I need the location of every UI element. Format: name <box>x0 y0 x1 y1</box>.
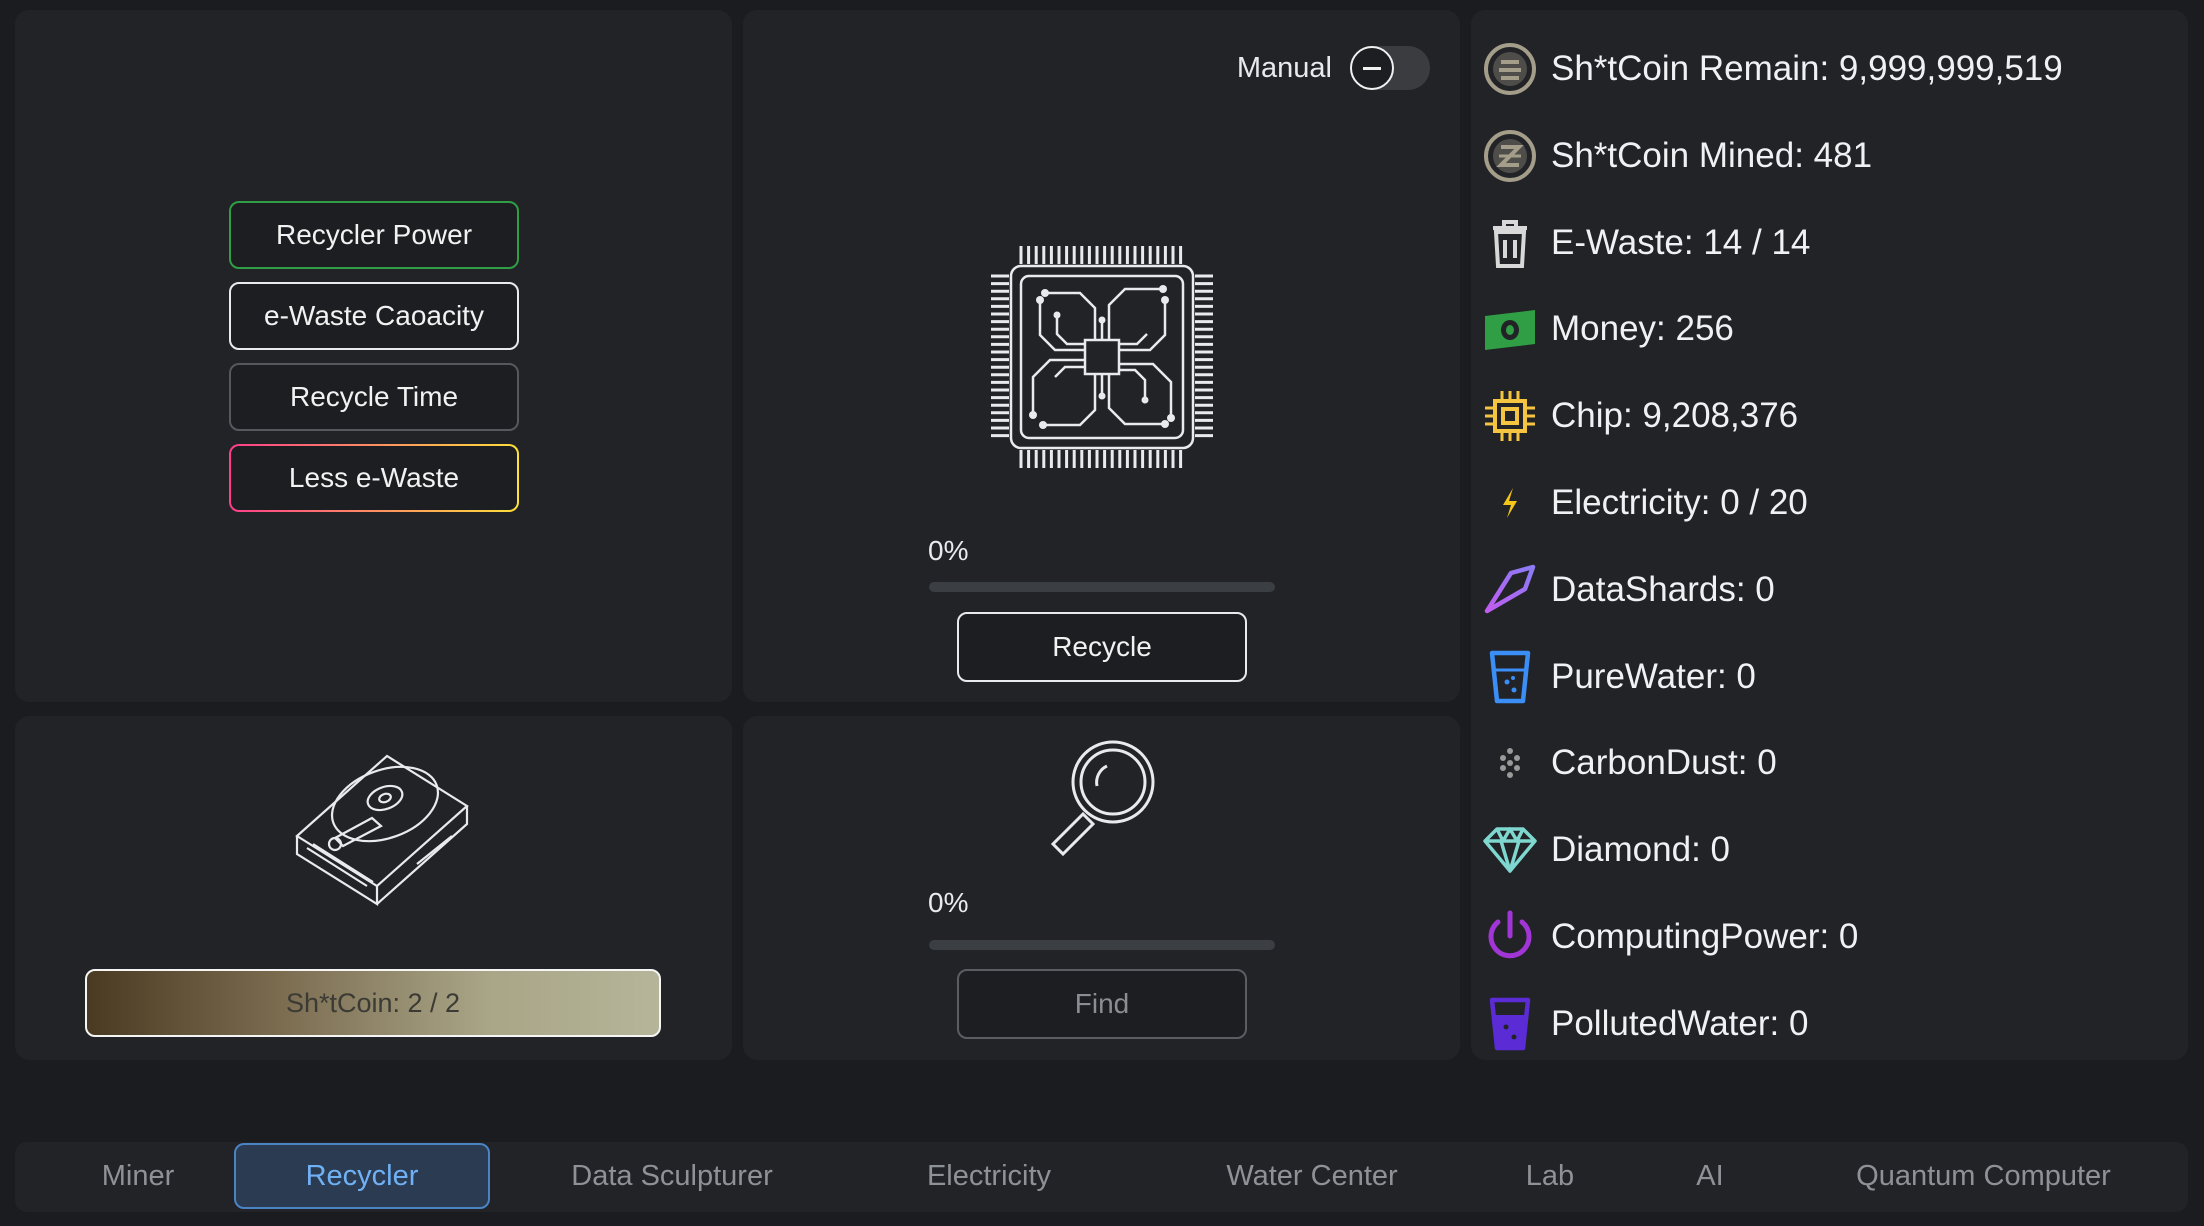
bottom-nav: Miner Recycler Data Sculpturer Electricity W… <box>15 1142 2188 1212</box>
bolt-icon <box>1481 474 1539 532</box>
recycle-progress-label: 0% <box>928 535 969 566</box>
nav-tab-water-center[interactable]: Water Center <box>1155 1143 1469 1209</box>
nav-tab-lab[interactable]: Lab <box>1464 1143 1636 1209</box>
find-panel: 0% Find <box>743 716 1460 1060</box>
resource-row: PureWater: 0 <box>1481 647 1756 707</box>
hard-drive-icon <box>295 754 469 906</box>
shitcoin-capacity-label: Sh*tCoin: 2 / 2 <box>285 987 461 1018</box>
recycle-time-button[interactable]: Recycle Time <box>229 363 519 431</box>
power-icon <box>1481 908 1539 966</box>
coin-stack-icon <box>1481 40 1539 98</box>
nav-tab-miner[interactable]: Miner <box>43 1143 233 1209</box>
resource-label: Chip: 9,208,376 <box>1551 396 1799 436</box>
recycle-button[interactable]: Recycle <box>957 612 1247 682</box>
resource-row: ComputingPower: 0 <box>1481 907 1858 967</box>
resource-row: PollutedWater: 0 <box>1481 994 1808 1054</box>
resource-row: Chip: 9,208,376 <box>1481 386 1798 446</box>
manual-toggle-group: Manual <box>1237 46 1430 90</box>
resource-row: CarbonDust: 0 <box>1481 733 1777 793</box>
resource-label: E-Waste: 14 / 14 <box>1551 222 1811 262</box>
recycle-panel: Manual 0% Recycle <box>743 10 1460 702</box>
resource-label: DataShards: 0 <box>1551 569 1775 609</box>
diamond-icon <box>1481 821 1539 879</box>
resource-label: ComputingPower: 0 <box>1551 917 1859 956</box>
resource-row: Sh*tCoin Remain: 9,999,999,519 <box>1481 39 2063 99</box>
hdd-panel: Sh*tCoin: 2 / 2 <box>15 716 732 1060</box>
chip-icon <box>991 246 1213 468</box>
resource-label: Sh*tCoin Remain: 9,999,999,519 <box>1551 49 2063 88</box>
resources-panel: Sh*tCoin Remain: 9,999,999,519 Sh*tCoin M… <box>1471 10 2188 1060</box>
find-button[interactable]: Find <box>957 969 1247 1039</box>
manual-label: Manual <box>1236 51 1332 84</box>
resource-row: Electricity: 0 / 20 <box>1481 473 1808 533</box>
resource-label: PureWater: 0 <box>1551 656 1756 696</box>
resource-row: Money: 256 <box>1481 299 1734 359</box>
find-progress-bar <box>929 940 1275 950</box>
nav-tab-ai[interactable]: AI <box>1643 1143 1777 1209</box>
polluted-glass-icon <box>1481 995 1539 1053</box>
nav-tab-data-sculpturer[interactable]: Data Sculpturer <box>507 1143 837 1209</box>
resource-row: E-Waste: 14 / 14 <box>1481 213 1810 273</box>
less-ewaste-button[interactable]: Less e-Waste <box>229 444 519 512</box>
recycler-power-button[interactable]: Recycler Power <box>229 201 519 269</box>
nav-tab-recycler[interactable]: Recycler <box>234 1143 490 1209</box>
resource-row: Sh*tCoin Mined: 481 <box>1481 126 1872 186</box>
toggle-knob[interactable] <box>1350 46 1394 90</box>
shard-icon <box>1481 561 1539 619</box>
nav-tab-quantum-computer[interactable]: Quantum Computer <box>1797 1143 2170 1209</box>
recycle-progress-bar <box>929 582 1275 592</box>
money-icon <box>1481 300 1539 358</box>
shitcoin-capacity-bar: Sh*tCoin: 2 / 2 <box>85 969 661 1037</box>
resource-label: PollutedWater: 0 <box>1551 1003 1809 1043</box>
resource-row: Diamond: 0 <box>1481 820 1730 880</box>
resource-label: Diamond: 0 <box>1551 830 1730 870</box>
ewaste-capacity-button[interactable]: e-Waste Caoacity <box>229 282 519 350</box>
manual-toggle[interactable] <box>1350 46 1430 90</box>
nav-tab-electricity[interactable]: Electricity <box>866 1143 1112 1209</box>
trash-icon <box>1481 214 1539 272</box>
resource-row: DataShards: 0 <box>1481 560 1775 620</box>
resource-label: Sh*tCoin Mined: 481 <box>1551 135 1873 175</box>
resource-label: CarbonDust: 0 <box>1551 743 1777 783</box>
chip-icon <box>1481 387 1539 445</box>
magnifier-icon <box>1050 740 1155 857</box>
resource-label: Money: 256 <box>1551 309 1734 349</box>
glass-icon <box>1481 648 1539 706</box>
upgrades-panel: Recycler Power e-Waste Caoacity Recycle … <box>15 10 732 702</box>
resource-label: Electricity: 0 / 20 <box>1551 483 1808 522</box>
find-progress-label: 0% <box>928 887 969 918</box>
coin-mined-icon <box>1481 127 1539 185</box>
dust-icon <box>1481 734 1539 792</box>
